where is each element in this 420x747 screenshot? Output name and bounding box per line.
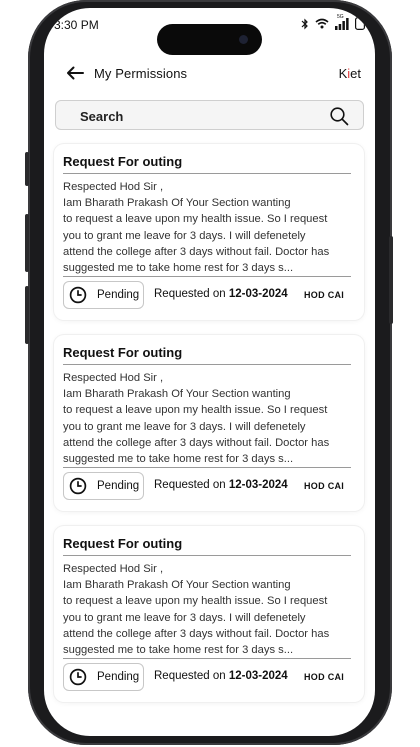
requested-date: Requested on 12-03-2024 bbox=[154, 670, 288, 682]
requested-prefix: Requested on bbox=[154, 670, 226, 682]
requested-prefix: Requested on bbox=[154, 288, 226, 300]
body-line: suggested me to take home rest for 3 day… bbox=[63, 453, 294, 466]
clock-icon bbox=[69, 477, 87, 495]
divider bbox=[63, 555, 351, 556]
request-card[interactable]: Request For outing Respected Hod Sir , I… bbox=[54, 335, 364, 511]
status-label: Pending bbox=[97, 480, 140, 492]
status-badge[interactable]: Pending bbox=[63, 663, 144, 691]
request-date: 12-03-2024 bbox=[228, 670, 288, 682]
brand-suffix: et bbox=[350, 66, 361, 81]
action-button bbox=[25, 152, 29, 186]
body-line: to request a leave upon my health issue.… bbox=[63, 213, 328, 226]
body-line: suggested me to take home rest for 3 day… bbox=[63, 262, 294, 275]
clock-icon bbox=[69, 668, 87, 686]
body-line: suggested me to take home rest for 3 day… bbox=[63, 644, 294, 657]
arrow-left-icon bbox=[67, 66, 84, 80]
approver-label: HOD CAI bbox=[304, 290, 345, 300]
app-header: My Permissions Kiet bbox=[44, 60, 375, 90]
search-bar[interactable]: Search bbox=[55, 100, 364, 130]
bluetooth-icon bbox=[301, 18, 309, 30]
status-bar: 3:30 PM 5G bbox=[44, 8, 375, 55]
brand-logo: Kiet bbox=[339, 66, 361, 81]
body-line: Iam Bharath Prakash Of Your Section want… bbox=[63, 579, 291, 592]
request-title: Request For outing bbox=[63, 345, 183, 360]
search-input[interactable]: Search bbox=[80, 109, 123, 124]
body-line: Respected Hod Sir , bbox=[63, 372, 164, 384]
request-date: 12-03-2024 bbox=[228, 479, 288, 491]
body-line: you to grant me leave for 3 days. I will… bbox=[63, 611, 306, 624]
search-icon[interactable] bbox=[329, 106, 349, 126]
power-button bbox=[389, 236, 393, 324]
body-line: attend the college after 3 days without … bbox=[63, 627, 330, 640]
signal-icon: 5G bbox=[335, 14, 349, 30]
brand-prefix: K bbox=[338, 66, 348, 81]
requested-prefix: Requested on bbox=[154, 479, 226, 491]
request-body: Respected Hod Sir , Iam Bharath Prakash … bbox=[63, 370, 355, 467]
wifi-icon bbox=[315, 18, 329, 29]
request-title: Request For outing bbox=[63, 154, 183, 169]
network-label: 5G bbox=[337, 13, 344, 20]
requested-date: Requested on 12-03-2024 bbox=[154, 479, 288, 491]
dynamic-island bbox=[157, 24, 262, 55]
volume-up-button bbox=[25, 214, 29, 272]
battery-icon bbox=[355, 17, 365, 30]
request-title: Request For outing bbox=[63, 536, 183, 551]
request-card[interactable]: Request For outing Respected Hod Sir , I… bbox=[54, 526, 364, 702]
body-line: you to grant me leave for 3 days. I will… bbox=[63, 229, 306, 242]
status-badge[interactable]: Pending bbox=[63, 281, 144, 309]
volume-down-button bbox=[25, 286, 29, 344]
body-line: Iam Bharath Prakash Of Your Section want… bbox=[63, 197, 291, 210]
body-line: attend the college after 3 days without … bbox=[63, 436, 330, 449]
body-line: you to grant me leave for 3 days. I will… bbox=[63, 420, 306, 433]
divider bbox=[63, 276, 351, 277]
body-line: to request a leave upon my health issue.… bbox=[63, 404, 328, 417]
divider bbox=[63, 467, 351, 468]
body-line: to request a leave upon my health issue.… bbox=[63, 595, 328, 608]
request-card[interactable]: Request For outing Respected Hod Sir , I… bbox=[54, 144, 364, 320]
status-label: Pending bbox=[97, 671, 140, 683]
camera-icon bbox=[239, 35, 248, 44]
divider bbox=[63, 364, 351, 365]
page-title: My Permissions bbox=[94, 66, 188, 81]
body-line: Iam Bharath Prakash Of Your Section want… bbox=[63, 388, 291, 401]
request-date: 12-03-2024 bbox=[228, 288, 288, 300]
status-time: 3:30 PM bbox=[54, 18, 99, 32]
clock-icon bbox=[69, 286, 87, 304]
requested-date: Requested on 12-03-2024 bbox=[154, 288, 288, 300]
approver-label: HOD CAI bbox=[304, 481, 345, 491]
back-button[interactable] bbox=[64, 62, 86, 84]
app-screen: 3:30 PM 5G My Permissions Kiet Search Re… bbox=[44, 8, 375, 736]
status-badge[interactable]: Pending bbox=[63, 472, 144, 500]
status-label: Pending bbox=[97, 289, 140, 301]
status-icons: 5G bbox=[301, 14, 365, 30]
divider bbox=[63, 173, 351, 174]
divider bbox=[63, 658, 351, 659]
approver-label: HOD CAI bbox=[304, 672, 345, 682]
body-line: Respected Hod Sir , bbox=[63, 181, 164, 193]
body-line: Respected Hod Sir , bbox=[63, 563, 164, 575]
request-body: Respected Hod Sir , Iam Bharath Prakash … bbox=[63, 179, 355, 276]
body-line: attend the college after 3 days without … bbox=[63, 245, 330, 258]
request-body: Respected Hod Sir , Iam Bharath Prakash … bbox=[63, 561, 355, 658]
